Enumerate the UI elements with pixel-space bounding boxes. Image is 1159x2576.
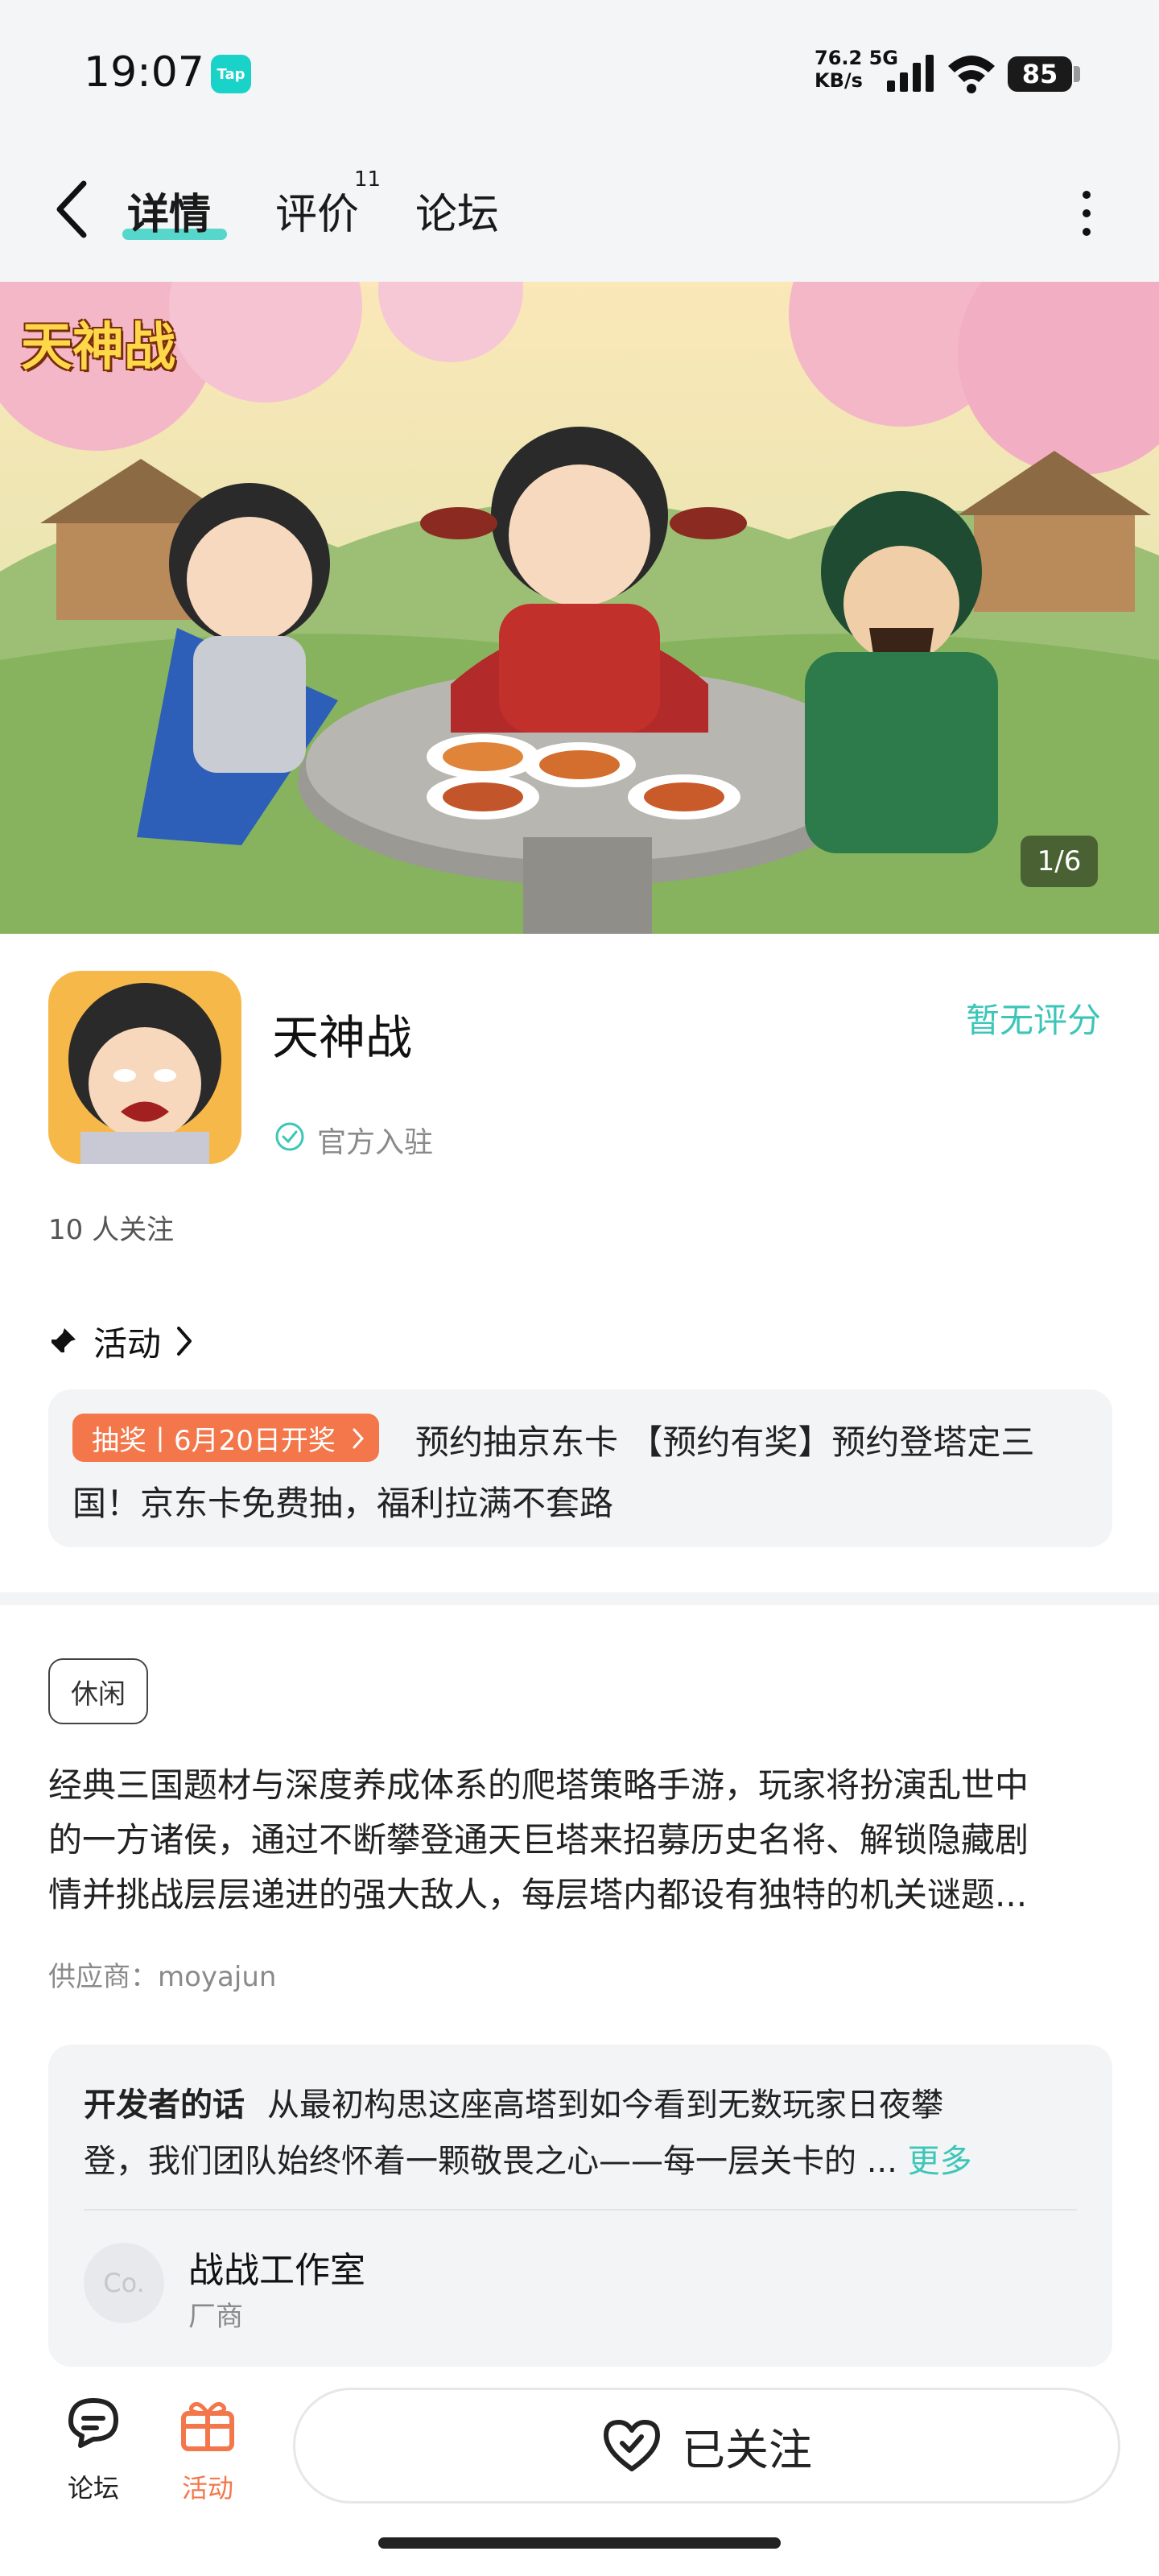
tab-reviews[interactable]: 评价 [275,180,359,241]
developer-role: 厂商 [188,2301,243,2333]
description-line: 经典三国题材与深度养成体系的爬塔策略手游，玩家将扮演乱世中 [48,1765,1029,1805]
developer-card-divider [84,2209,1077,2211]
developer-note-text: 开发者的话 从最初构思这座高塔到如今看到无数玩家日夜攀 登，我们团队始终怀着一颗敬… [84,2077,972,2190]
status-time: 19:07 [84,48,204,97]
activity-text-line2: 国！京东卡免费抽，福利拉满不套路 [72,1484,614,1523]
pin-icon [50,1328,76,1354]
bottom-nav-forum[interactable]: 论坛 [45,2389,142,2505]
top-nav: 详情 评价 11 论坛 [0,145,1159,282]
official-verified-label: 官方入驻 [317,1126,434,1159]
game-title: 天神战 [272,1010,413,1065]
bottom-nav-activity-label: 活动 [181,2473,233,2504]
lottery-badge-label: 抽奖丨6月20日开奖 [92,1424,336,1457]
tab-details[interactable]: 详情 [127,180,211,241]
developer-note-line2: 登，我们团队始终怀着一颗敬畏之心——每一层关卡的 ... [84,2143,897,2180]
wifi-icon [948,56,995,93]
signal-icon [887,55,934,92]
lottery-badge: 抽奖丨6月20日开奖 [72,1414,379,1462]
activity-card[interactable]: 抽奖丨6月20日开奖 预约抽京东卡 【预约有奖】预约登塔定三 国！京东卡免费抽，… [48,1389,1112,1547]
genre-tag[interactable]: 休闲 [48,1658,148,1724]
carousel-pager: 1/6 [1021,836,1098,887]
chevron-right-icon [353,1428,364,1449]
gift-icon [181,2401,234,2451]
follow-button-label: 已关注 [682,2424,812,2475]
heart-check-icon [604,2420,660,2471]
activity-text-line1: 预约抽京东卡 【预约有奖】预约登塔定三 [415,1422,1035,1462]
bottom-nav-activity[interactable]: 活动 [159,2389,256,2505]
screenshot-carousel[interactable]: 天神战 1/6 [0,282,1159,934]
developer-name[interactable]: 战战工作室 [188,2241,365,2293]
chevron-right-icon [177,1327,192,1356]
developer-avatar[interactable]: Co. [84,2243,164,2323]
description-line: 情并挑战层层递进的强大敌人，每层塔内都设有独特的机关谜题... [48,1875,1028,1914]
verified-check-icon [275,1122,304,1151]
more-link[interactable]: 更多 [908,2143,972,2180]
battery-icon: 85 [1008,56,1072,92]
supplier-info: 供应商：moyajun [48,1961,277,1993]
section-divider [0,1592,1159,1605]
forum-chat-icon [68,2398,118,2448]
developer-note-line1: 从最初构思这座高塔到如今看到无数玩家日夜攀 [267,2087,943,2124]
game-description[interactable]: 经典三国题材与深度养成体系的爬塔策略手游，玩家将扮演乱世中 的一方诸侯，通过不断… [48,1758,1112,1922]
home-indicator[interactable] [378,2537,781,2549]
follower-count: 10 人关注 [48,1214,175,1246]
tap-app-icon: Tap [211,55,251,93]
follow-button[interactable]: 已关注 [293,2388,1120,2504]
description-line: 的一方诸侯，通过不断攀登通天巨塔来招募历史名将、解锁隐藏剧 [48,1820,1029,1860]
bottom-nav-forum-label: 论坛 [67,2473,119,2504]
activity-section-header[interactable]: 活动 [47,1317,196,1365]
activity-section-title: 活动 [93,1323,162,1364]
battery-tip [1074,66,1080,82]
reviews-count: 11 [354,167,382,192]
back-arrow-icon[interactable] [52,179,93,240]
banner-game-logo: 天神战 [21,318,175,378]
game-app-icon [48,971,241,1164]
status-bar: 19:07 Tap 76.2 5G KB/s 85 [0,0,1159,145]
developer-note-label: 开发者的话 [84,2087,245,2124]
more-options-icon[interactable] [1070,185,1103,242]
developer-note-card[interactable]: 开发者的话 从最初构思这座高塔到如今看到无数玩家日夜攀 登，我们团队始终怀着一颗敬… [48,2045,1112,2367]
tab-forum[interactable]: 论坛 [415,180,499,241]
rating-status: 暂无评分 [966,1001,1102,1040]
net-speed-value: 76.2 [815,47,863,69]
